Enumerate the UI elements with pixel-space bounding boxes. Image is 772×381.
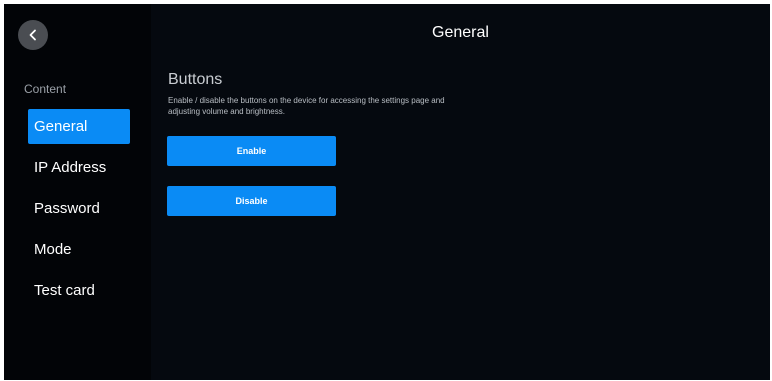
sidebar-section-label: Content <box>24 82 67 96</box>
sidebar-item-general[interactable]: General <box>28 109 130 144</box>
chevron-left-icon <box>29 29 36 41</box>
main-content: General Buttons Enable / disable the but… <box>151 4 770 380</box>
sidebar: Content General IP Address Password Mode… <box>4 4 151 380</box>
page-title: General <box>432 24 489 41</box>
sidebar-item-password[interactable]: Password <box>28 191 130 226</box>
enable-button[interactable]: Enable <box>167 136 336 166</box>
disable-button[interactable]: Disable <box>167 186 336 216</box>
buttons-section-description: Enable / disable the buttons on the devi… <box>168 96 445 116</box>
sidebar-nav: General IP Address Password Mode Test ca… <box>28 109 130 314</box>
settings-screen: Content General IP Address Password Mode… <box>4 4 770 380</box>
sidebar-item-mode[interactable]: Mode <box>28 232 130 267</box>
buttons-section-title: Buttons <box>168 71 223 88</box>
sidebar-item-ip-address[interactable]: IP Address <box>28 150 130 185</box>
back-button[interactable] <box>18 20 48 50</box>
sidebar-item-test-card[interactable]: Test card <box>28 273 130 308</box>
